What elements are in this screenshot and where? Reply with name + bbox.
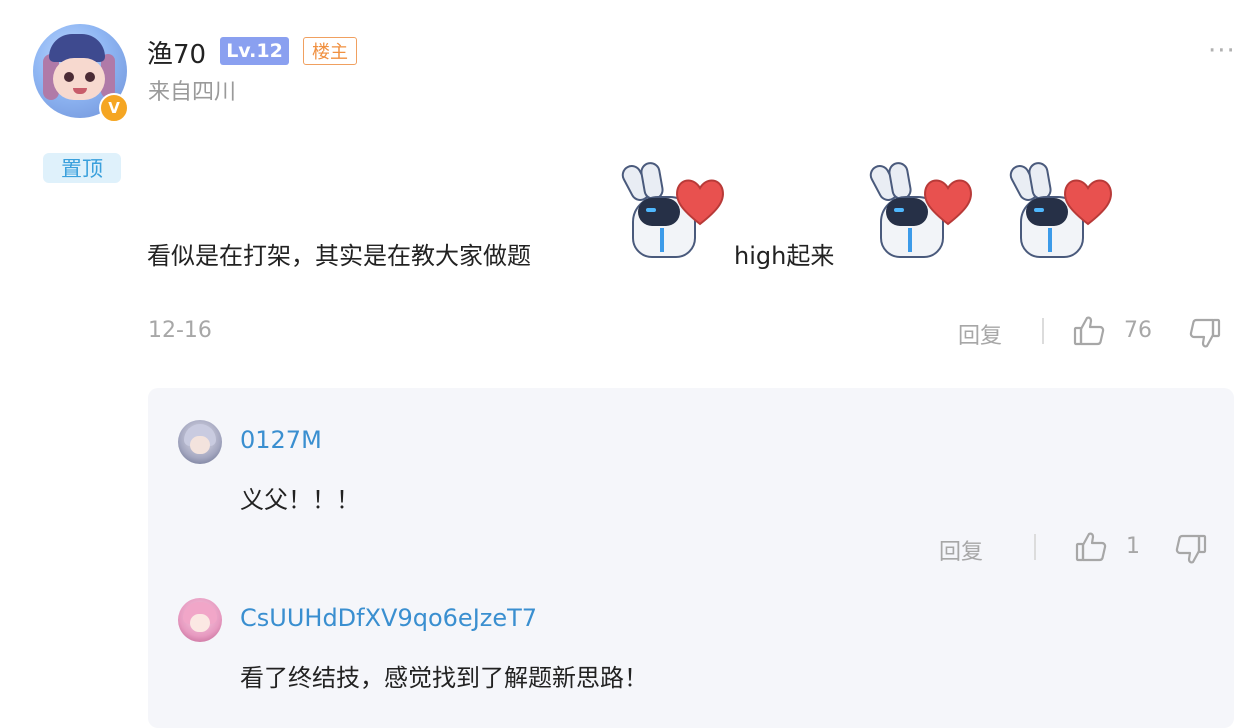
like-count: 1 (1126, 534, 1140, 559)
reply-username[interactable]: CsUUHdDfXV9qo6eJzeT7 (240, 604, 537, 632)
pinned-tag: 置顶 (43, 153, 121, 183)
thumbs-down-icon[interactable] (1188, 316, 1222, 350)
thumbs-up-icon[interactable] (1072, 314, 1106, 348)
like-count: 76 (1124, 318, 1152, 343)
post-content-text: 看似是在打架，其实是在教大家做题 (147, 242, 531, 270)
reply-username[interactable]: 0127M (240, 426, 322, 454)
verified-badge-icon: V (99, 93, 129, 123)
avatar-eye (64, 72, 74, 82)
heart-icon (676, 179, 724, 226)
sticker-heart-icon (1006, 160, 1116, 262)
more-dots-icon[interactable]: ··· (1208, 36, 1234, 66)
reply-button[interactable]: 回复 (958, 318, 1002, 350)
sticker-heart-icon (618, 160, 728, 262)
thumbs-up-icon[interactable] (1074, 530, 1108, 564)
reply-avatar[interactable] (178, 598, 222, 642)
reply-text: 看了终结技，感觉找到了解题新思路！ (240, 664, 648, 692)
reply-text: 义父！！！ (240, 486, 360, 514)
heart-icon (1064, 179, 1112, 226)
heart-icon (924, 179, 972, 226)
post-content-text-suffix: high起来 (734, 242, 835, 270)
op-badge: 楼主 (303, 37, 357, 65)
reply-avatar[interactable] (178, 420, 222, 464)
level-badge: Lv.12 (220, 37, 289, 65)
sticker-heart-icon (866, 160, 976, 262)
post-username[interactable]: 渔70 (147, 34, 206, 71)
post-date: 12-16 (148, 318, 212, 343)
reply-button[interactable]: 回复 (939, 534, 983, 566)
divider (1034, 534, 1036, 560)
divider (1042, 318, 1044, 344)
thumbs-down-icon[interactable] (1174, 532, 1208, 566)
avatar-eye (85, 72, 95, 82)
location-label: 来自四川 (148, 80, 237, 105)
